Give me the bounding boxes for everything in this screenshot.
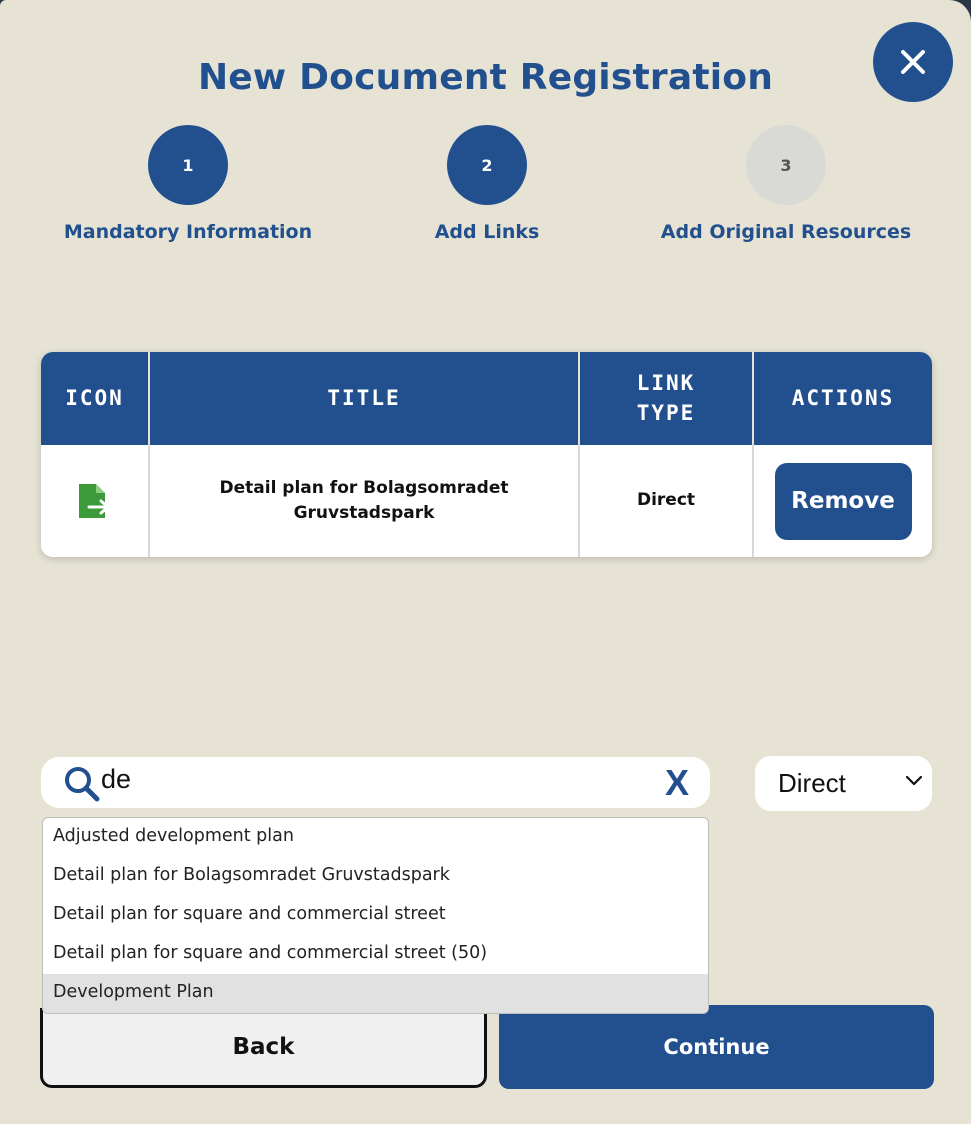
- close-button[interactable]: [873, 22, 953, 102]
- step-mandatory-information[interactable]: 1 Mandatory Information: [38, 125, 338, 243]
- row-title-line2: Gruvstadspark: [293, 503, 435, 523]
- row-actions-cell: Remove: [754, 445, 932, 557]
- row-title-cell: Detail plan for Bolagsomradet Gruvstadsp…: [150, 445, 580, 557]
- clear-search-button[interactable]: X: [659, 761, 695, 805]
- document-registration-dialog: New Document Registration 1 Mandatory In…: [0, 0, 971, 1124]
- close-icon: [901, 50, 925, 74]
- link-type-select-value: Direct: [778, 768, 846, 798]
- step-3-circle: 3: [746, 125, 826, 205]
- suggestion-item[interactable]: Adjusted development plan: [43, 818, 708, 857]
- suggestion-item[interactable]: Detail plan for square and commercial st…: [43, 896, 708, 935]
- step-1-circle: 1: [148, 125, 228, 205]
- suggestion-item-highlighted[interactable]: Development Plan: [43, 974, 708, 1013]
- header-link-type: LINK TYPE: [580, 352, 754, 445]
- continue-button[interactable]: Continue: [499, 1005, 934, 1089]
- step-3-label: Add Original Resources: [660, 221, 912, 243]
- header-title: TITLE: [150, 352, 580, 445]
- search-input-value: de: [101, 764, 132, 794]
- step-2-label: Add Links: [434, 221, 540, 243]
- document-link-icon: [78, 484, 109, 518]
- suggestion-item[interactable]: Detail plan for Bolagsomradet Gruvstadsp…: [43, 857, 708, 896]
- chevron-down-icon: [905, 775, 923, 786]
- back-button[interactable]: Back: [40, 1008, 487, 1088]
- header-icon: ICON: [41, 352, 150, 445]
- step-1-label: Mandatory Information: [63, 221, 313, 243]
- dialog-title: New Document Registration: [197, 57, 774, 98]
- header-link-type-line2: TYPE: [636, 400, 696, 425]
- remove-button[interactable]: Remove: [774, 462, 912, 540]
- suggestion-item[interactable]: Detail plan for square and commercial st…: [43, 935, 708, 974]
- row-icon-cell: [41, 445, 150, 557]
- header-link-type-line1: LINK: [636, 371, 696, 396]
- links-table: ICON TITLE LINK TYPE ACTIONS Detail plan…: [41, 352, 932, 557]
- table-header: ICON TITLE LINK TYPE ACTIONS: [41, 352, 932, 445]
- row-link-type: Direct: [580, 445, 754, 557]
- step-add-original-resources[interactable]: 3 Add Original Resources: [636, 125, 936, 243]
- document-search-input[interactable]: de X: [41, 757, 710, 808]
- search-icon: [65, 767, 100, 802]
- step-2-circle: 2: [447, 125, 527, 205]
- search-suggestions-dropdown: Adjusted development plan Detail plan fo…: [42, 817, 709, 1014]
- link-type-select[interactable]: Direct: [755, 756, 932, 811]
- step-add-links[interactable]: 2 Add Links: [337, 125, 637, 243]
- row-title-line1: Detail plan for Bolagsomradet: [219, 477, 509, 498]
- table-row: Detail plan for Bolagsomradet Gruvstadsp…: [41, 445, 932, 557]
- header-actions: ACTIONS: [791, 385, 895, 410]
